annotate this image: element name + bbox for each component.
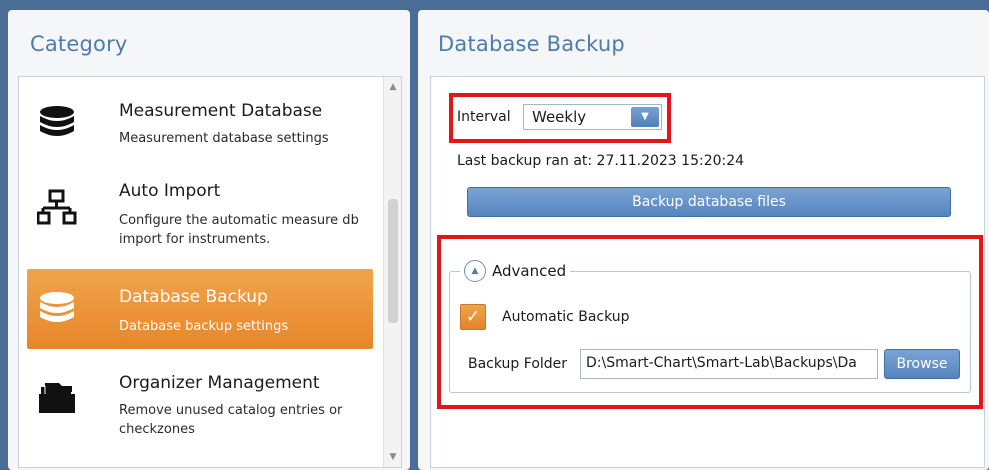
- scroll-down-icon[interactable]: ▼: [384, 449, 401, 465]
- category-item-title: Auto Import: [119, 181, 221, 201]
- advanced-group: ▲ Advanced ✓ Automatic Backup Backup Fol…: [449, 258, 971, 393]
- category-item-title: Database Backup: [119, 287, 268, 307]
- last-backup-text: Last backup ran at: 27.11.2023 15:20:24: [457, 153, 745, 169]
- automatic-backup-checkbox[interactable]: ✓: [460, 304, 486, 330]
- category-item-title: Organizer Management: [119, 373, 320, 393]
- scroll-thumb[interactable]: [388, 199, 398, 323]
- category-item-auto-import[interactable]: Auto Import Configure the automatic meas…: [27, 173, 373, 265]
- category-item-database-backup[interactable]: Database Backup Database backup settings: [27, 269, 373, 349]
- collapse-icon[interactable]: ▲: [464, 260, 486, 282]
- backup-database-button[interactable]: Backup database files: [467, 187, 951, 217]
- backup-title: Database Backup: [438, 32, 625, 56]
- category-scrollbar[interactable]: ▲ ▼: [383, 77, 401, 467]
- category-item-title: Measurement Database: [119, 101, 323, 121]
- category-title: Category: [30, 32, 128, 56]
- category-item-subtitle: Database backup settings: [119, 319, 289, 334]
- browse-button[interactable]: Browse: [884, 349, 960, 379]
- category-panel: Category Measurement Database Measuremen…: [8, 10, 410, 470]
- advanced-header[interactable]: ▲ Advanced: [460, 258, 571, 284]
- database-icon: [40, 292, 74, 322]
- backup-panel: Database Backup Interval Weekly ▼ Last b…: [418, 10, 989, 470]
- folder-icon: [39, 383, 75, 413]
- category-item-subtitle: Measurement database settings: [119, 131, 329, 146]
- interval-value: Weekly: [532, 108, 587, 126]
- backup-settings: Interval Weekly ▼ Last backup ran at: 27…: [430, 76, 985, 468]
- category-list: Measurement Database Measurement databas…: [18, 76, 402, 468]
- interval-label: Interval: [457, 109, 511, 125]
- advanced-label: Advanced: [492, 262, 567, 280]
- backup-folder-label: Backup Folder: [468, 356, 568, 372]
- backup-folder-input[interactable]: D:\Smart-Chart\Smart-Lab\Backups\Da: [580, 349, 878, 379]
- category-item-subtitle: Configure the automatic measure db impor…: [119, 213, 359, 247]
- automatic-backup-label: Automatic Backup: [502, 309, 630, 325]
- database-icon: [40, 106, 74, 136]
- chevron-down-icon[interactable]: ▼: [631, 107, 659, 127]
- category-item-subtitle: Remove unused catalog entries or checkzo…: [119, 403, 343, 437]
- scroll-up-icon[interactable]: ▲: [384, 79, 401, 95]
- network-icon: [37, 189, 77, 225]
- category-item-measurement-database[interactable]: Measurement Database Measurement databas…: [27, 89, 373, 161]
- category-item-organizer-management[interactable]: Organizer Management Remove unused catal…: [27, 363, 373, 463]
- interval-dropdown[interactable]: Weekly ▼: [523, 104, 662, 130]
